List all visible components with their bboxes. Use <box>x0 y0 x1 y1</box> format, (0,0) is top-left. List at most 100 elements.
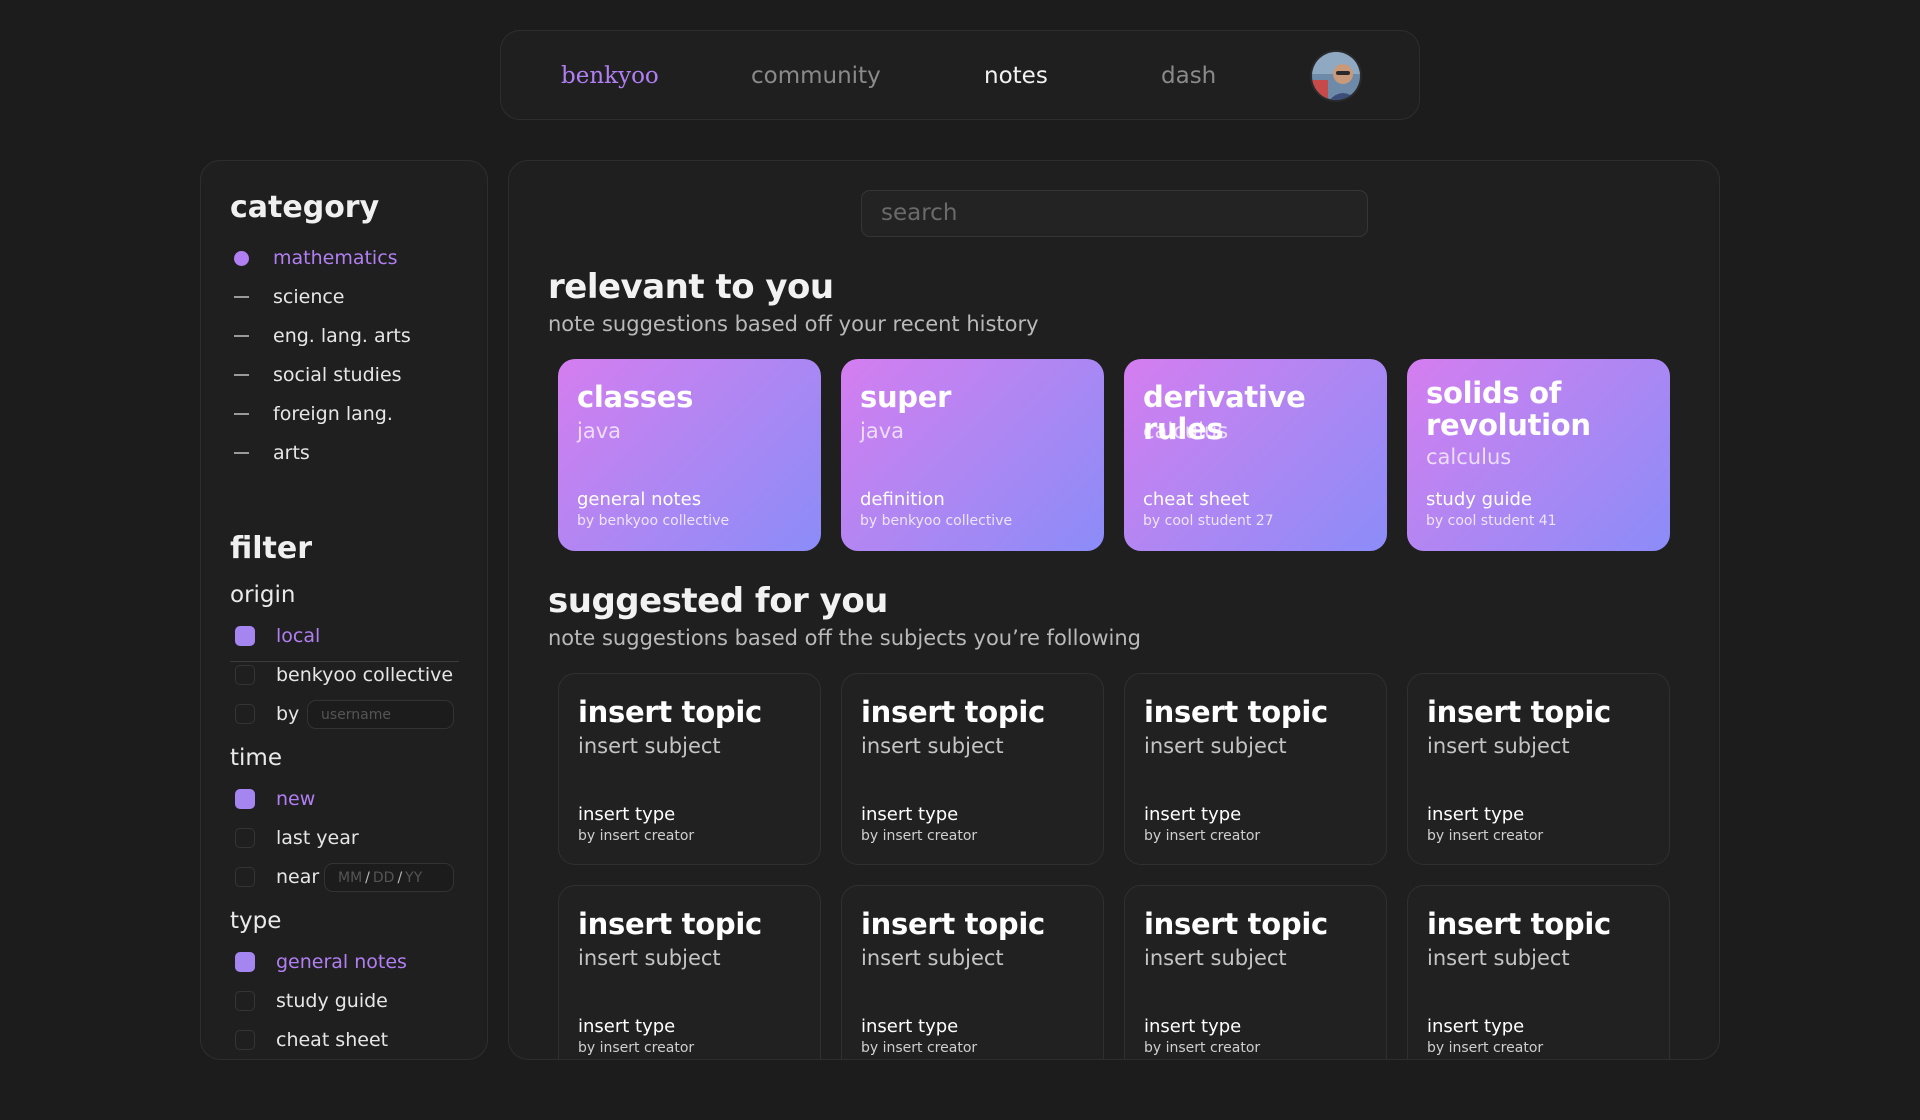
category-item-foreign-lang[interactable]: foreign lang. <box>233 399 393 429</box>
suggested-subtitle: note suggestions based off the subjects … <box>548 626 1141 650</box>
note-card[interactable]: insert topic insert subject insert type … <box>1124 673 1387 865</box>
category-item-eng-lang-arts[interactable]: eng. lang. arts <box>233 321 411 351</box>
card-type: insert type <box>1427 1016 1525 1037</box>
note-card[interactable]: solids of revolution calculus study guid… <box>1407 359 1670 551</box>
date-separator: / <box>365 869 370 886</box>
checkbox-label: new <box>276 788 316 810</box>
origin-by-checkbox[interactable]: by <box>235 699 299 729</box>
checkbox-label: general notes <box>276 951 407 973</box>
dash-icon <box>233 374 249 376</box>
card-creator: by insert creator <box>1427 1040 1544 1056</box>
card-topic: insert topic <box>1144 907 1328 941</box>
card-type: insert type <box>578 1016 676 1037</box>
time-near-checkbox[interactable]: near <box>235 862 319 892</box>
date-year-placeholder: YY <box>405 869 423 886</box>
card-subject: insert subject <box>1427 946 1570 970</box>
checkbox-label: benkyoo collective <box>276 664 454 686</box>
note-card[interactable]: classes java general notes by benkyoo co… <box>558 359 821 551</box>
card-topic: insert topic <box>1427 695 1611 729</box>
origin-collective-checkbox[interactable]: benkyoo collective <box>235 660 453 690</box>
note-card[interactable]: super java definition by benkyoo collect… <box>841 359 1104 551</box>
card-type: insert type <box>861 1016 959 1037</box>
date-input[interactable]: MM / DD / YY <box>324 863 454 892</box>
category-label: science <box>273 286 345 308</box>
time-new-checkbox[interactable]: new <box>235 784 315 814</box>
time-last-year-checkbox[interactable]: last year <box>235 823 359 853</box>
card-creator: by benkyoo collective <box>860 513 1013 529</box>
category-label: foreign lang. <box>273 403 393 425</box>
card-subject: insert subject <box>1144 734 1287 758</box>
category-item-arts[interactable]: arts <box>233 438 310 468</box>
card-subject: insert subject <box>578 946 721 970</box>
filter-sidebar: category mathematics science eng. lang. … <box>200 160 488 1060</box>
dash-icon <box>233 452 249 454</box>
type-study-guide-checkbox[interactable]: study guide <box>235 986 388 1016</box>
checkbox-label: near <box>276 866 320 888</box>
category-label: arts <box>273 442 310 464</box>
card-subject: insert subject <box>861 734 1004 758</box>
selected-dot-icon <box>233 250 249 266</box>
dash-icon <box>233 413 249 415</box>
brand-logo[interactable]: benkyoo <box>561 31 659 121</box>
category-label: mathematics <box>273 247 398 269</box>
notes-panel: search relevant to you note suggestions … <box>508 160 1720 1060</box>
category-label: eng. lang. arts <box>273 325 411 347</box>
card-type: insert type <box>1144 804 1242 825</box>
category-item-social-studies[interactable]: social studies <box>233 360 402 390</box>
category-heading: category <box>230 190 380 225</box>
note-card[interactable]: insert topic insert subject insert type … <box>841 673 1104 865</box>
note-card[interactable]: insert topic insert subject insert type … <box>1407 885 1670 1059</box>
card-subject: insert subject <box>1427 734 1570 758</box>
card-creator: by benkyoo collective <box>577 513 730 529</box>
checkbox-checked-icon <box>235 626 255 646</box>
checkbox-label: study guide <box>276 990 388 1012</box>
card-topic: insert topic <box>1427 907 1611 941</box>
note-card[interactable]: insert topic insert subject insert type … <box>1124 885 1387 1059</box>
card-subject: java <box>577 419 621 443</box>
suggested-title: suggested for you <box>548 581 888 621</box>
origin-heading: origin <box>230 582 296 608</box>
card-type: cheat sheet <box>1143 489 1250 510</box>
card-type: insert type <box>861 804 959 825</box>
note-card[interactable]: insert topic insert subject insert type … <box>558 673 821 865</box>
card-type: insert type <box>1427 804 1525 825</box>
user-avatar[interactable] <box>1310 50 1362 102</box>
card-creator: by insert creator <box>578 828 695 844</box>
card-subject: calculus <box>1426 445 1512 469</box>
origin-local-checkbox[interactable]: local <box>235 621 320 651</box>
date-separator: / <box>397 869 403 886</box>
nav-community[interactable]: community <box>751 31 881 121</box>
card-topic: classes <box>577 380 694 414</box>
card-subject: java <box>860 419 904 443</box>
time-heading: time <box>230 745 282 771</box>
card-subject: insert subject <box>1144 946 1287 970</box>
category-item-science[interactable]: science <box>233 282 345 312</box>
card-topic: solids of revolution <box>1426 376 1591 442</box>
nav-notes[interactable]: notes <box>984 31 1048 121</box>
card-creator: by insert creator <box>1427 828 1544 844</box>
date-day-placeholder: DD <box>372 869 395 886</box>
card-creator: by cool student 41 <box>1426 513 1557 529</box>
top-navigation: benkyoo community notes dash <box>500 30 1420 120</box>
card-subject: insert subject <box>861 946 1004 970</box>
note-card[interactable]: derivative rules calculus cheat sheet by… <box>1124 359 1387 551</box>
note-card[interactable]: insert topic insert subject insert type … <box>558 885 821 1059</box>
card-type: study guide <box>1426 489 1532 510</box>
card-topic: super <box>860 380 952 414</box>
note-card[interactable]: insert topic insert subject insert type … <box>841 885 1104 1059</box>
type-cheat-sheet-checkbox[interactable]: cheat sheet <box>235 1025 388 1055</box>
filter-heading: filter <box>230 531 313 566</box>
checkbox-checked-icon <box>235 789 255 809</box>
username-input[interactable]: username <box>307 700 454 729</box>
relevant-subtitle: note suggestions based off your recent h… <box>548 312 1039 336</box>
category-item-mathematics[interactable]: mathematics <box>233 243 398 273</box>
type-general-notes-checkbox[interactable]: general notes <box>235 947 407 977</box>
checkbox-checked-icon <box>235 952 255 972</box>
note-card[interactable]: insert topic insert subject insert type … <box>1407 673 1670 865</box>
nav-dash[interactable]: dash <box>1161 31 1216 121</box>
card-creator: by insert creator <box>861 828 978 844</box>
card-subject: calculus <box>1143 419 1229 443</box>
checkbox-label: local <box>276 625 321 647</box>
search-input[interactable]: search <box>861 190 1368 237</box>
card-topic: insert topic <box>578 907 762 941</box>
